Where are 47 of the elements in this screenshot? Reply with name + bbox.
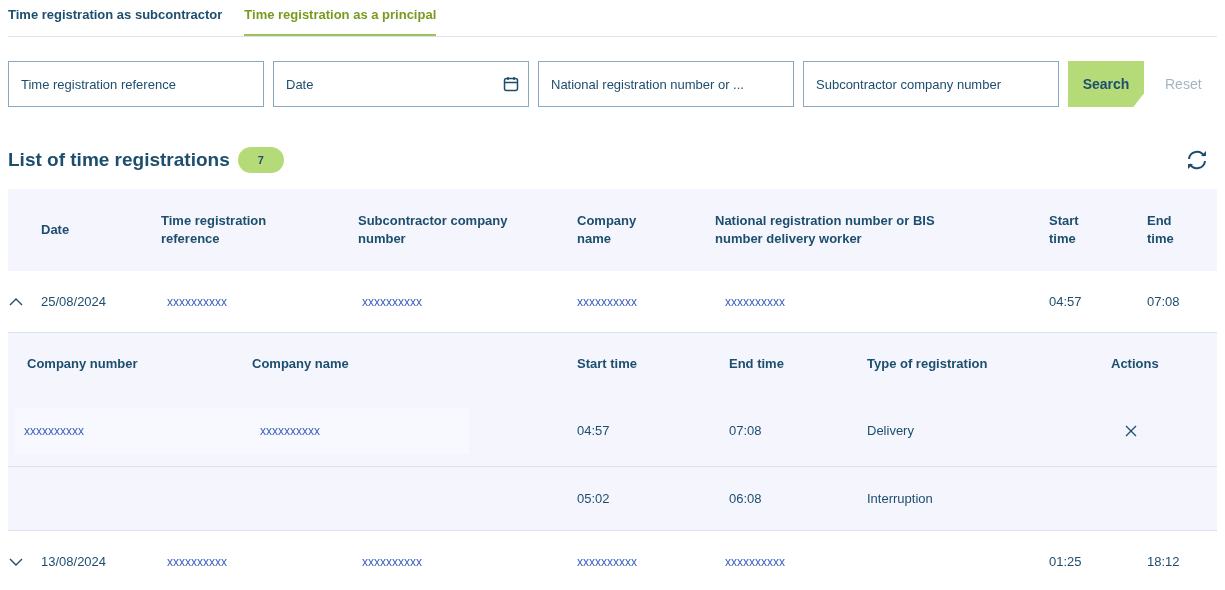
table-cell-text: Interruption: [867, 489, 934, 508]
national-number-link[interactable]: xxxxxxxxxx: [715, 292, 1049, 311]
column-header: End time: [1147, 212, 1175, 248]
chevron-up-icon[interactable]: [9, 297, 23, 306]
close-icon[interactable]: [1125, 424, 1137, 437]
subcontractor-link[interactable]: xxxxxxxxxx: [358, 552, 577, 571]
column-header: End time: [729, 355, 785, 374]
input-field[interactable]: Time registration reference: [8, 61, 264, 107]
chevron-down-icon[interactable]: [9, 557, 23, 566]
date-field[interactable]: Date: [273, 61, 529, 107]
table-cell-text: 04:57: [577, 421, 611, 440]
column-header: Start time: [1049, 212, 1080, 248]
column-header: Type of registration: [867, 355, 989, 374]
national-number-link[interactable]: xxxxxxxxxx: [715, 552, 1049, 571]
column-header: Company name: [252, 355, 350, 374]
input-field[interactable]: Subcontractor company number: [803, 61, 1059, 107]
column-header: Company number: [27, 355, 139, 374]
table-cell-text: 07:08: [1147, 292, 1181, 311]
tab[interactable]: Time registration as a principal: [244, 4, 437, 36]
table-cell-text: 01:25: [1049, 552, 1083, 571]
column-header: Company name: [577, 212, 638, 248]
list-title: List of time registrations: [8, 147, 230, 172]
column-header: Actions: [1111, 355, 1160, 374]
reference-link[interactable]: xxxxxxxxxx: [161, 292, 358, 311]
company-link[interactable]: xxxxxxxxxx: [577, 292, 715, 311]
table-cell-text: 05:02: [577, 489, 611, 508]
table-cell-text: 13/08/2024: [41, 552, 108, 571]
table-cell-text: 04:57: [1049, 292, 1083, 311]
column-header: Subcontractor company number: [358, 212, 509, 248]
column-header: Time registration reference: [161, 212, 268, 248]
table-cell-text: 06:08: [729, 489, 763, 508]
count-badge: 7: [237, 147, 284, 173]
table-cell-text: 25/08/2024: [41, 292, 108, 311]
column-header: Date: [41, 221, 71, 239]
table-cell-text: Delivery: [867, 421, 915, 440]
refresh-icon[interactable]: [1185, 149, 1209, 171]
table-cell-text: 07:08: [729, 421, 763, 440]
column-header: National registration number or BIS number delivery worker: [715, 212, 936, 248]
column-header: Start time: [577, 355, 638, 374]
calendar-icon[interactable]: [503, 76, 519, 92]
table-cell-text: 18:12: [1147, 552, 1181, 571]
search-button[interactable]: Search: [1068, 61, 1144, 107]
reference-link[interactable]: xxxxxxxxxx: [161, 552, 358, 571]
tab[interactable]: Time registration as subcontractor: [8, 4, 223, 36]
subcontractor-link[interactable]: xxxxxxxxxx: [358, 292, 577, 311]
input-field[interactable]: National registration number or ...: [538, 61, 794, 107]
company-link[interactable]: xxxxxxxxxx: [577, 552, 715, 571]
